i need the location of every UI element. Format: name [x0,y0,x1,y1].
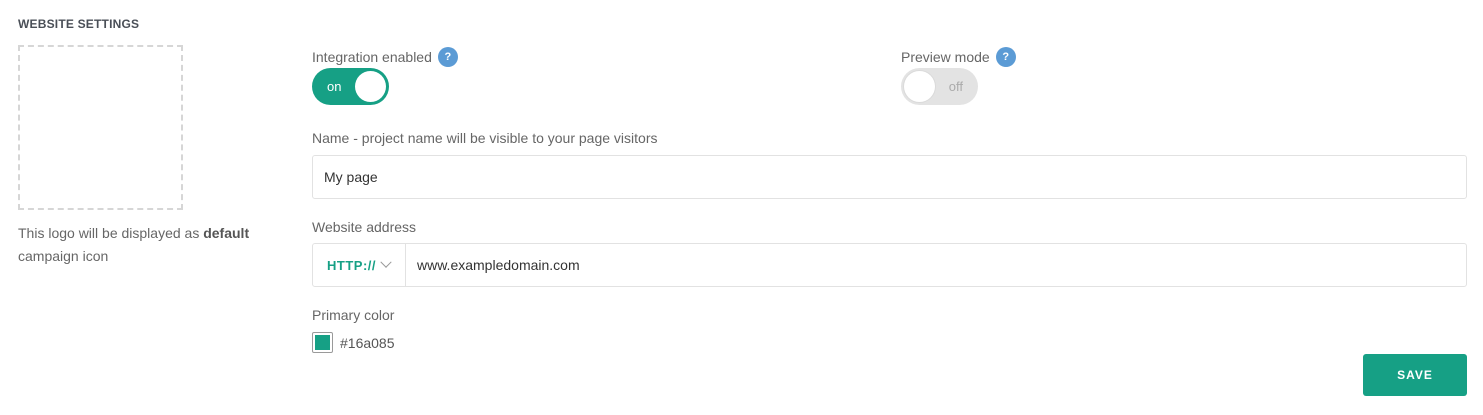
primary-color-label: Primary color [312,307,395,323]
preview-label-row: Preview mode ? [901,47,1016,67]
logo-note: This logo will be displayed as default c… [18,222,268,268]
logo-note-suffix: campaign icon [18,248,109,264]
address-field-label: Website address [312,219,417,235]
save-button[interactable]: SAVE [1363,354,1467,396]
integration-help-icon[interactable]: ? [437,47,458,67]
integration-toggle-text: on [327,79,342,94]
preview-label: Preview mode [901,49,990,65]
primary-color-value: #16a085 [340,334,395,351]
integration-label: Integration enabled [312,49,432,65]
address-input-wrapper: HTTP:// [312,243,1467,287]
logo-note-prefix: This logo will be displayed as [18,225,204,241]
name-input-wrapper [312,155,1467,199]
preview-toggle-text: off [948,79,963,94]
preview-help-icon[interactable]: ? [995,47,1016,67]
primary-color-row: #16a085 [312,332,395,353]
protocol-value: HTTP:// [327,257,376,273]
website-address-input[interactable] [406,244,1466,286]
section-title: WEBSITE SETTINGS [18,17,140,31]
integration-label-row: Integration enabled ? [312,47,458,67]
integration-toggle[interactable]: on [312,68,389,105]
toggle-knob [355,71,386,102]
name-field-label: Name - project name will be visible to y… [312,130,658,146]
name-input[interactable] [313,156,1466,198]
toggle-knob [904,71,935,102]
chevron-down-icon [380,256,392,268]
preview-toggle[interactable]: off [901,68,978,105]
protocol-select[interactable]: HTTP:// [313,244,406,286]
logo-note-bold: default [203,225,250,241]
website-settings-panel: WEBSITE SETTINGS This logo will be displ… [0,0,1483,415]
color-swatch-fill [315,335,330,350]
logo-upload-area[interactable] [18,45,183,210]
color-swatch[interactable] [312,332,333,353]
